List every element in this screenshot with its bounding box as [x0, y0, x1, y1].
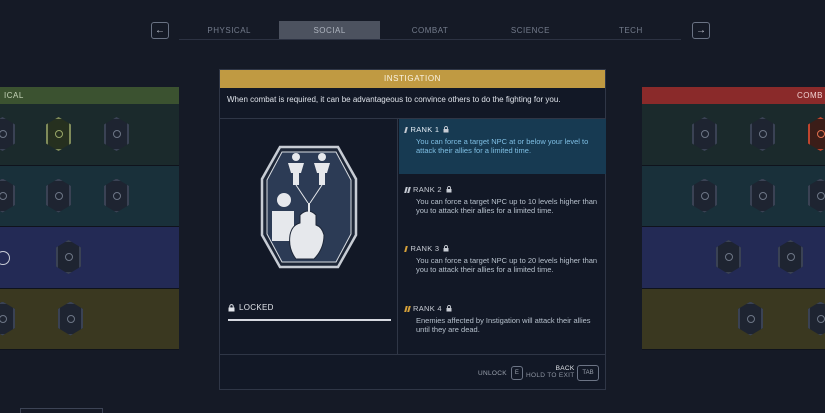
skill-badge-icon[interactable]	[0, 301, 15, 336]
skill-row	[0, 227, 179, 289]
arrow-left-icon: ←	[155, 25, 165, 36]
skill-badge-icon[interactable]	[750, 117, 775, 151]
skill-badge-icon[interactable]	[750, 178, 775, 213]
skill-badge-icon[interactable]	[808, 301, 825, 336]
physical-panel-header: ICAL	[0, 87, 179, 104]
unlock-action[interactable]: UNLOCK E	[478, 366, 524, 380]
rank-description: You can force a target NPC up to 20 leve…	[416, 256, 598, 274]
lock-icon	[446, 186, 452, 193]
skill-badge-icon[interactable]	[0, 117, 15, 151]
skill-detail-modal: INSTIGATION When combat is required, it …	[219, 69, 606, 390]
skill-description: When combat is required, it can be advan…	[220, 88, 605, 119]
skill-emblem-column: LOCKED	[220, 119, 398, 354]
skill-row	[642, 227, 825, 289]
lock-icon	[443, 126, 449, 133]
skill-row	[0, 165, 179, 227]
rank-item-2[interactable]: RANK 2 You can force a target NPC up to …	[399, 179, 606, 234]
tab-science[interactable]: SCIENCE	[480, 21, 581, 40]
skill-category-bar: ← PHYSICAL SOCIAL COMBAT SCIENCE TECH →	[151, 21, 710, 40]
skill-row	[642, 288, 825, 350]
skill-badge-icon[interactable]	[46, 178, 71, 213]
skill-badge-icon[interactable]	[104, 117, 129, 151]
rank-label: RANK 4	[413, 304, 442, 313]
bottom-corner-frame	[20, 408, 103, 413]
skill-badge-icon[interactable]	[692, 117, 717, 151]
locked-label: LOCKED	[239, 303, 274, 312]
unlock-key-icon: E	[510, 366, 524, 380]
skill-badge-icon[interactable]	[692, 178, 717, 213]
hold-to-exit-label: HOLD TO EXIT	[526, 372, 575, 379]
physical-skill-panel: ICAL	[0, 87, 179, 350]
rank-label: RANK 2	[413, 185, 442, 194]
rank-label: RANK 1	[410, 125, 440, 134]
rank-pips-icon	[404, 186, 410, 193]
skill-row	[0, 288, 179, 350]
next-category-button[interactable]: →	[692, 22, 710, 39]
rank-item-3[interactable]: RANK 3 You can force a target NPC up to …	[399, 238, 606, 293]
skill-badge-icon[interactable]	[104, 178, 129, 213]
rank-pips-icon	[404, 126, 408, 133]
skill-row	[642, 104, 825, 166]
unlock-label: UNLOCK	[478, 369, 507, 377]
skill-row	[0, 104, 179, 166]
skill-badge-icon[interactable]	[58, 301, 83, 336]
rank-item-1[interactable]: RANK 1 You can force a target NPC at or …	[399, 119, 606, 174]
lock-icon	[446, 305, 452, 312]
tab-tech[interactable]: TECH	[580, 21, 682, 40]
rank-description: You can force a target NPC up to 10 leve…	[416, 197, 598, 215]
tab-social[interactable]: SOCIAL	[279, 21, 380, 40]
rank-description: You can force a target NPC at or below y…	[416, 137, 589, 155]
tab-physical[interactable]: PHYSICAL	[179, 21, 280, 40]
rank-item-4[interactable]: RANK 4 Enemies affected by Instigation w…	[399, 298, 606, 353]
lock-icon	[228, 303, 235, 311]
lock-icon	[443, 245, 449, 252]
tab-key-icon[interactable]: TAB	[577, 365, 599, 381]
skill-detail-body: LOCKED RANK 1 You can force a target NPC…	[220, 119, 606, 354]
locked-status: LOCKED	[228, 303, 391, 321]
rank-pips-icon	[404, 245, 408, 252]
back-action[interactable]: BACK HOLD TO EXIT	[526, 365, 575, 379]
arrow-right-icon: →	[696, 25, 706, 36]
skill-badge-icon[interactable]	[738, 301, 763, 336]
skill-badge-icon[interactable]	[0, 178, 15, 213]
skill-badge-icon[interactable]	[46, 117, 71, 151]
skill-badge-icon[interactable]	[716, 240, 741, 274]
combat-panel-header: COMB	[642, 87, 825, 104]
skill-row	[642, 165, 825, 227]
skill-badge-icon[interactable]	[56, 240, 81, 274]
rank-pips-icon	[404, 305, 410, 312]
prev-category-button[interactable]: ←	[151, 22, 169, 39]
skill-title: INSTIGATION	[220, 70, 605, 88]
back-label: BACK	[555, 365, 575, 372]
tab-combat[interactable]: COMBAT	[379, 21, 481, 40]
instigation-emblem-icon	[260, 145, 358, 269]
progress-line	[228, 319, 391, 321]
rank-list: RANK 1 You can force a target NPC at or …	[399, 119, 606, 354]
category-tabs: PHYSICAL SOCIAL COMBAT SCIENCE TECH	[179, 21, 682, 40]
skill-badge-icon[interactable]	[808, 117, 825, 151]
combat-skill-panel: COMB	[642, 87, 825, 350]
rank-label: RANK 3	[410, 244, 440, 253]
modal-footer: UNLOCK E BACK HOLD TO EXIT TAB	[220, 354, 605, 390]
rank-description: Enemies affected by Instigation will att…	[416, 316, 591, 334]
skill-badge-icon[interactable]	[808, 178, 825, 213]
skill-badge-icon[interactable]	[778, 240, 803, 274]
selection-ring-icon[interactable]	[0, 251, 10, 265]
